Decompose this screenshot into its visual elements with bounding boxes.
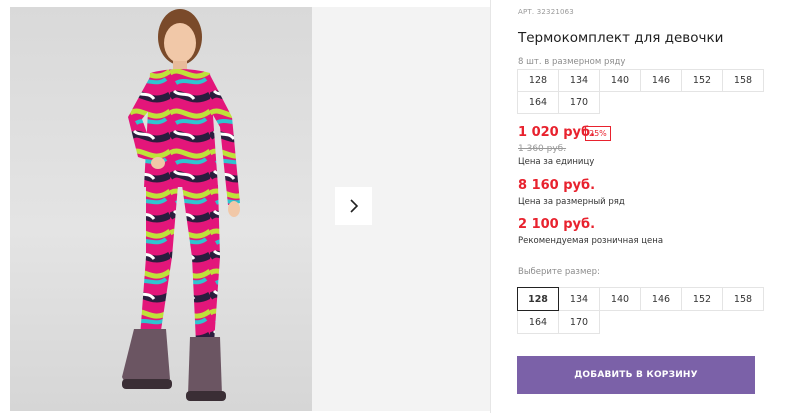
girl-in-thermal-set-image bbox=[122, 9, 240, 401]
pack-size-cell: 170 bbox=[558, 91, 600, 114]
unit-price-label: Цена за единицу bbox=[518, 157, 595, 167]
product-title: Термокомплект для девочки bbox=[518, 30, 724, 46]
size-option[interactable]: 152 bbox=[681, 287, 723, 311]
pack-size-hint: 8 шт. в размерном ряду bbox=[518, 57, 626, 67]
pack-size-cell: 152 bbox=[681, 69, 723, 92]
size-option[interactable]: 134 bbox=[558, 287, 600, 311]
size-option[interactable]: 146 bbox=[640, 287, 682, 311]
chevron-right-icon bbox=[349, 199, 358, 213]
old-price: 1 360 руб. bbox=[518, 144, 567, 154]
panel-divider bbox=[490, 0, 491, 413]
size-option[interactable]: 164 bbox=[517, 310, 559, 334]
pack-size-grid: 128 134 140 146 152 158 164 170 bbox=[517, 69, 764, 114]
retail-price-label: Рекомендуемая розничная цена bbox=[518, 236, 664, 246]
pack-size-cell: 140 bbox=[599, 69, 641, 92]
pack-size-cell: 164 bbox=[517, 91, 559, 114]
select-size-hint: Выберите размер: bbox=[518, 267, 600, 277]
product-photo bbox=[10, 7, 312, 411]
size-option-selected[interactable]: 128 bbox=[517, 287, 559, 311]
unit-price: 1 020 руб. bbox=[518, 125, 596, 140]
pack-size-cell: 146 bbox=[640, 69, 682, 92]
pack-size-cell: 128 bbox=[517, 69, 559, 92]
add-to-cart-button[interactable]: ДОБАВИТЬ В КОРЗИНУ bbox=[517, 356, 755, 394]
size-option[interactable]: 170 bbox=[558, 310, 600, 334]
pack-size-cell: 134 bbox=[558, 69, 600, 92]
next-image-button[interactable] bbox=[335, 187, 372, 225]
size-option[interactable]: 140 bbox=[599, 287, 641, 311]
pack-size-cell: 158 bbox=[722, 69, 764, 92]
size-selector: 128 134 140 146 152 158 164 170 bbox=[517, 287, 764, 334]
article-number: АРТ. 32321063 bbox=[518, 8, 574, 16]
size-option[interactable]: 158 bbox=[722, 287, 764, 311]
row-price: 8 160 руб. bbox=[518, 178, 596, 193]
discount-badge: 25% bbox=[585, 126, 611, 141]
retail-price: 2 100 руб. bbox=[518, 217, 596, 232]
row-price-label: Цена за размерный ряд bbox=[518, 197, 625, 207]
